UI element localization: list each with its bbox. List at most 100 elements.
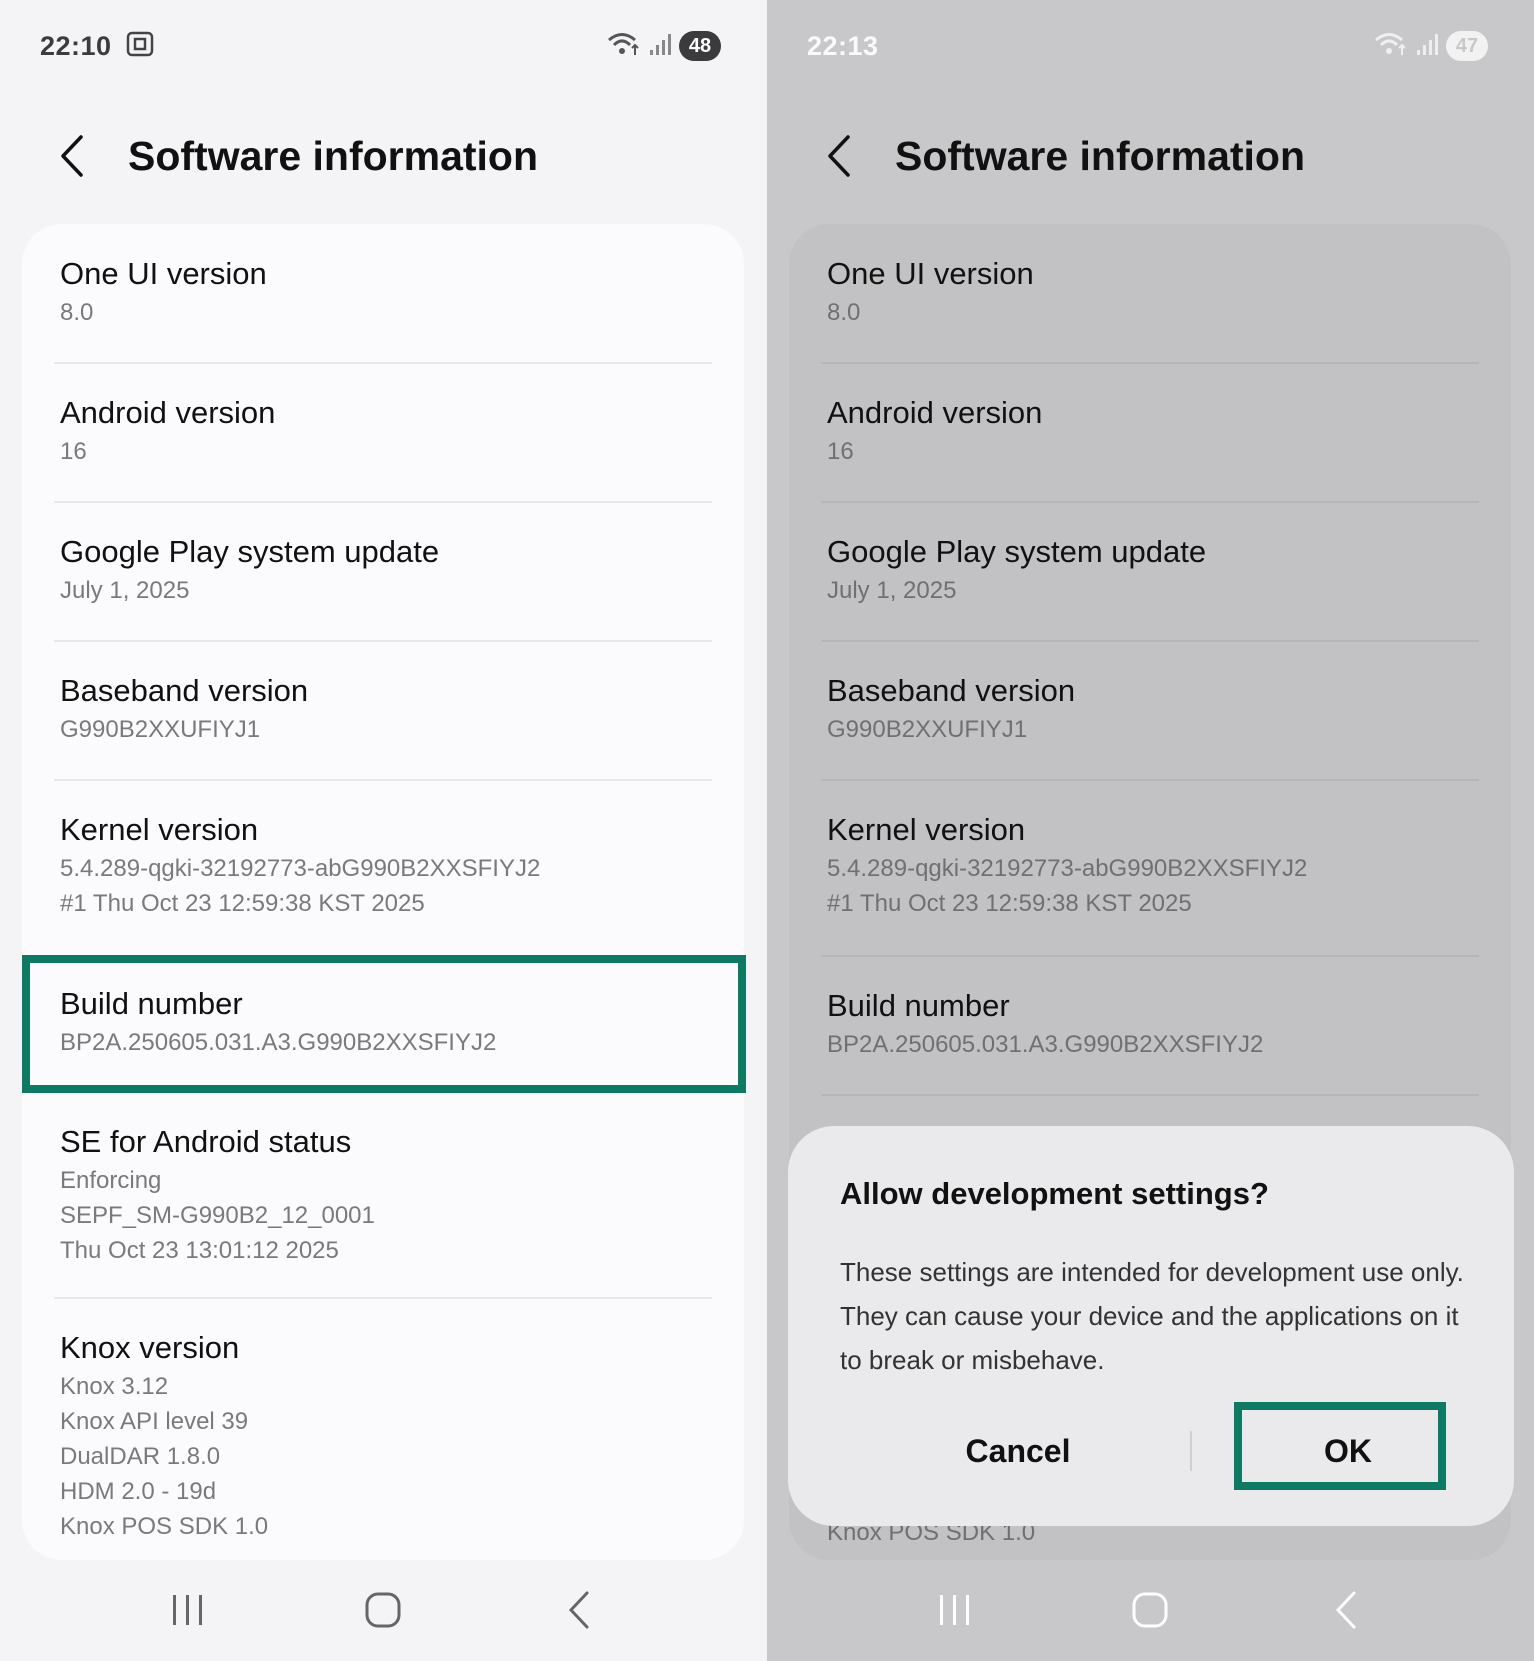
item-label: Android version <box>827 395 1043 430</box>
back-icon <box>569 1591 589 1629</box>
item-value: Enforcing <box>60 1167 162 1194</box>
list-item-one-ui-version[interactable]: One UI version 8.0 <box>827 254 1483 329</box>
chevron-left-icon <box>61 135 83 177</box>
chevron-left-icon <box>828 135 850 177</box>
item-value: #1 Thu Oct 23 12:59:38 KST 2025 <box>827 890 1192 917</box>
list-item-kernel-version[interactable]: Kernel version 5.4.289-qgki-32192773-abG… <box>60 810 716 920</box>
navigation-bar <box>767 1570 1534 1650</box>
item-value: July 1, 2025 <box>60 577 190 604</box>
item-value: 16 <box>827 438 854 465</box>
recents-button[interactable] <box>158 1580 218 1640</box>
item-value: 5.4.289-qgki-32192773-abG990B2XXSFIYJ2 <box>827 855 1308 882</box>
recents-icon <box>172 1595 202 1625</box>
page-header: Software information <box>56 120 538 192</box>
button-separator <box>1190 1431 1192 1471</box>
info-list: One UI version 8.0 Android version 16 Go… <box>22 224 744 1560</box>
build-number-highlight <box>22 955 746 1093</box>
dialog-title: Allow development settings? <box>840 1176 1269 1211</box>
list-item-baseband-version[interactable]: Baseband version G990B2XXUFIYJ1 <box>827 671 1483 746</box>
list-item-one-ui-version[interactable]: One UI version 8.0 <box>60 254 716 329</box>
item-value: 5.4.289-qgki-32192773-abG990B2XXSFIYJ2 <box>60 855 541 882</box>
list-item-build-number[interactable]: Build number BP2A.250605.031.A3.G990B2XX… <box>827 986 1483 1061</box>
divider <box>821 640 1479 642</box>
status-bar: 22:10 48 <box>40 26 721 66</box>
list-item-google-play-update[interactable]: Google Play system update July 1, 2025 <box>827 532 1483 607</box>
list-item-google-play-update[interactable]: Google Play system update July 1, 2025 <box>60 532 716 607</box>
wifi-icon <box>607 31 641 62</box>
item-value: DualDAR 1.8.0 <box>60 1443 221 1470</box>
item-value: Knox API level 39 <box>60 1408 249 1435</box>
list-item-se-android-status[interactable]: SE for Android status Enforcing SEPF_SM-… <box>60 1122 716 1267</box>
battery-indicator: 48 <box>679 31 721 61</box>
page-header: Software information <box>823 120 1305 192</box>
item-label: Build number <box>827 988 1010 1023</box>
home-button[interactable] <box>1120 1580 1180 1640</box>
item-label: Baseband version <box>827 673 1076 708</box>
nav-back-button[interactable] <box>549 1580 609 1640</box>
item-label: SE for Android status <box>60 1124 352 1159</box>
divider <box>54 362 712 364</box>
home-button[interactable] <box>353 1580 413 1640</box>
item-value: Knox POS SDK 1.0 <box>60 1513 269 1540</box>
item-label: Android version <box>60 395 276 430</box>
page-title: Software information <box>895 132 1306 179</box>
item-value: July 1, 2025 <box>827 577 957 604</box>
item-value: G990B2XXUFIYJ1 <box>827 716 1028 743</box>
back-button[interactable] <box>56 132 88 180</box>
item-value: HDM 2.0 - 19d <box>60 1478 217 1505</box>
divider <box>821 362 1479 364</box>
item-label: One UI version <box>827 256 1034 291</box>
item-label: Kernel version <box>60 812 259 847</box>
navigation-bar <box>0 1570 767 1650</box>
item-value: 8.0 <box>827 299 861 326</box>
battery-indicator: 47 <box>1446 31 1488 61</box>
wifi-icon <box>1374 31 1408 62</box>
dialog-message: These settings are intended for developm… <box>840 1257 1464 1375</box>
ok-button-highlight <box>1234 1402 1446 1490</box>
divider <box>821 779 1479 781</box>
recents-icon <box>939 1595 969 1625</box>
list-item-android-version[interactable]: Android version 16 <box>60 393 716 468</box>
item-label: Google Play system update <box>827 534 1207 569</box>
item-label: Baseband version <box>60 673 309 708</box>
status-bar: 22:13 47 <box>807 26 1488 66</box>
recents-button[interactable] <box>925 1580 985 1640</box>
home-icon <box>1132 1592 1168 1628</box>
item-value: G990B2XXUFIYJ1 <box>60 716 261 743</box>
allow-dev-settings-dialog: Allow development settings? These settin… <box>788 1126 1514 1526</box>
divider <box>54 501 712 503</box>
status-time: 22:13 <box>807 30 879 61</box>
signal-icon <box>1416 32 1438 61</box>
divider <box>821 955 1479 957</box>
cancel-button[interactable]: Cancel <box>898 1416 1138 1486</box>
list-item-android-version[interactable]: Android version 16 <box>827 393 1483 468</box>
back-icon <box>1336 1591 1356 1629</box>
list-item-baseband-version[interactable]: Baseband version G990B2XXUFIYJ1 <box>60 671 716 746</box>
nav-back-button[interactable] <box>1316 1580 1376 1640</box>
status-time: 22:10 <box>40 30 112 61</box>
home-icon <box>365 1592 401 1628</box>
screen-before: 22:10 48 Software information One UI ver… <box>0 0 767 1661</box>
item-value: 16 <box>60 438 87 465</box>
item-value: SEPF_SM-G990B2_12_0001 <box>60 1202 375 1229</box>
item-label: Knox version <box>60 1330 240 1365</box>
item-value: Knox 3.12 <box>60 1373 169 1400</box>
screenshot-icon <box>126 31 154 62</box>
item-value: BP2A.250605.031.A3.G990B2XXSFIYJ2 <box>827 1031 1264 1058</box>
signal-icon <box>649 32 671 61</box>
divider <box>54 640 712 642</box>
divider <box>821 1094 1479 1096</box>
item-value: 8.0 <box>60 299 94 326</box>
page-title: Software information <box>128 132 539 179</box>
item-value: #1 Thu Oct 23 12:59:38 KST 2025 <box>60 890 425 917</box>
list-item-knox-version[interactable]: Knox version Knox 3.12 Knox API level 39… <box>60 1328 716 1543</box>
item-label: Kernel version <box>827 812 1026 847</box>
divider <box>54 1297 712 1299</box>
screen-after: 22:13 47 Software information One UI ver… <box>767 0 1534 1661</box>
item-value: Thu Oct 23 13:01:12 2025 <box>60 1237 339 1264</box>
back-button[interactable] <box>823 132 855 180</box>
list-item-kernel-version[interactable]: Kernel version 5.4.289-qgki-32192773-abG… <box>827 810 1483 920</box>
divider <box>54 779 712 781</box>
divider <box>821 501 1479 503</box>
item-label: Google Play system update <box>60 534 440 569</box>
